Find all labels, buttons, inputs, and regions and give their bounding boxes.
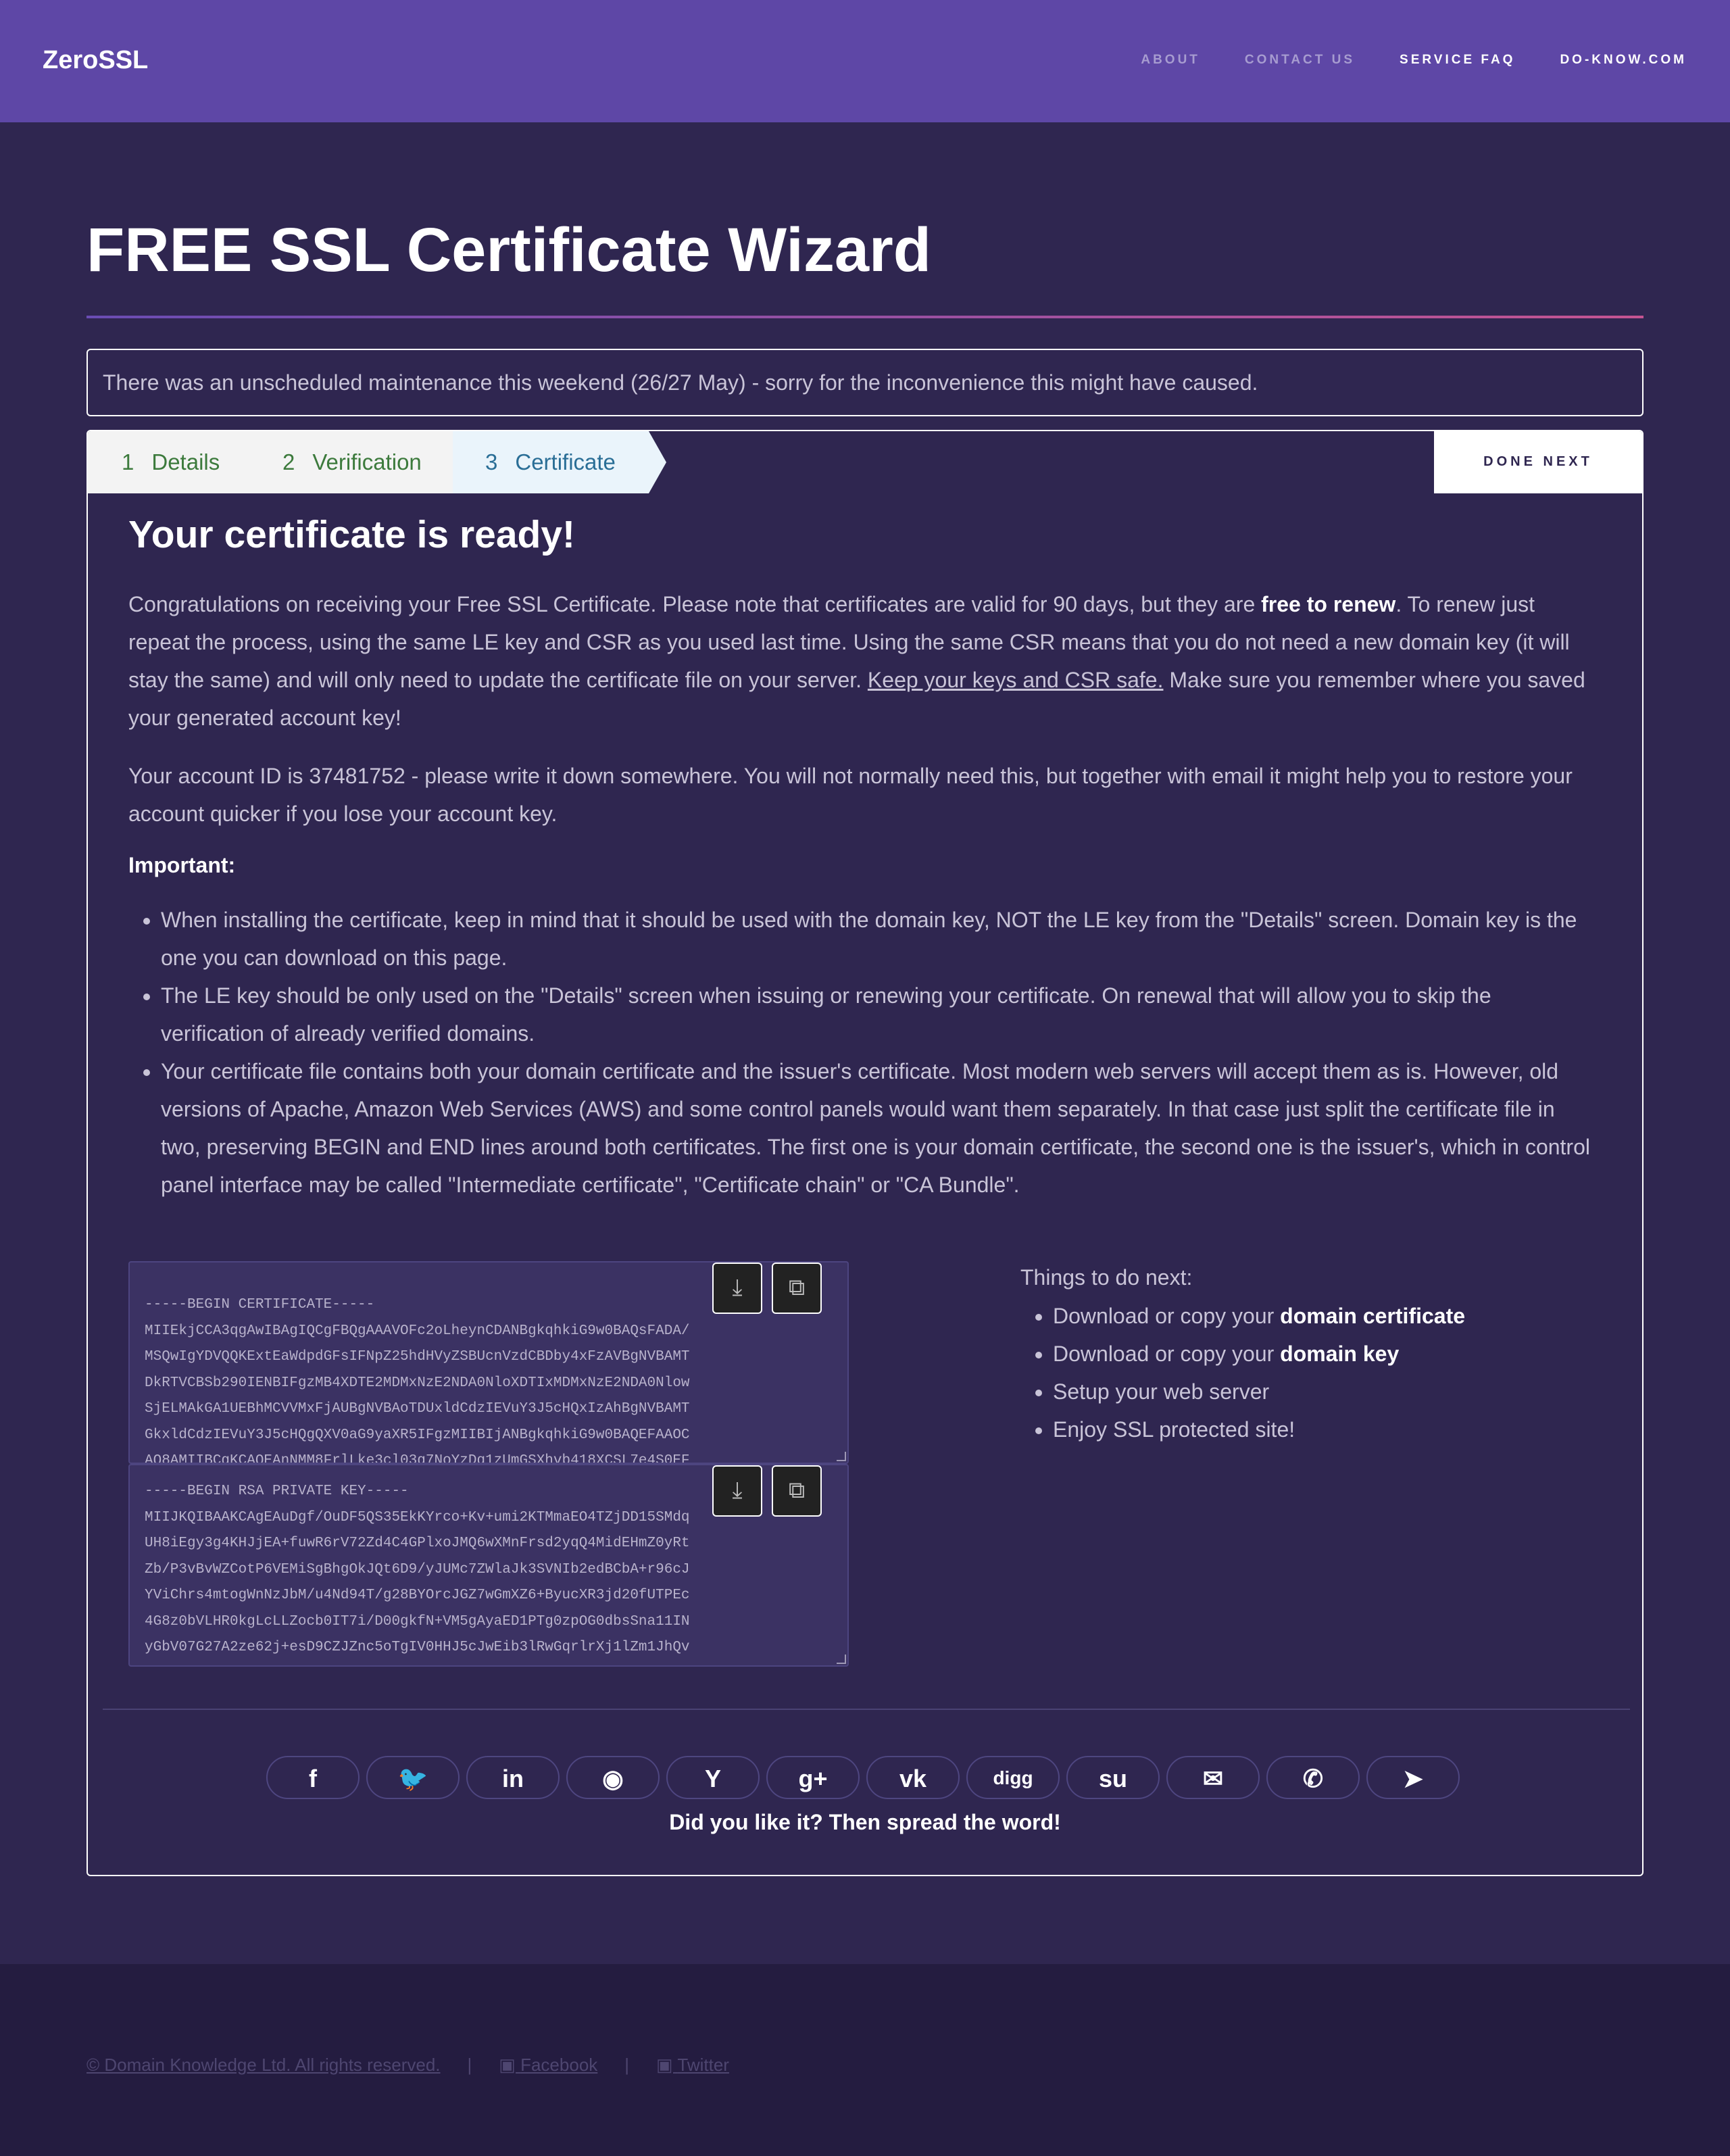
download-icon: ⤓ [732,1477,743,1503]
download-icon: ⤓ [732,1275,743,1300]
download-key-button[interactable]: ⤓ [712,1465,762,1517]
vk-icon: vk [899,1765,927,1792]
share-twitter-button[interactable]: 🐦 [366,1756,460,1799]
step-verification[interactable]: 2 Verification [250,431,453,493]
step-number: 2 [282,449,295,474]
keep-keys-safe-link[interactable]: Keep your keys and CSR safe. [868,668,1164,692]
brand-logo[interactable]: ZeroSSL [43,46,148,75]
separator: | [467,2055,472,2075]
nav-service-faq[interactable]: SERVICE FAQ [1400,53,1515,68]
wizard-panel: 1 Details 2 Verification 3 Certificate DONE… [86,430,1644,1876]
step-certificate[interactable]: 3 Certificate [453,431,649,493]
ready-heading: Your certificate is ready! [128,513,576,556]
list-item: Download or copy your domain certificate [1053,1297,1561,1335]
telegram-icon: ➤ [1402,1765,1424,1792]
list-item: When installing the certificate, keep in… [161,901,1595,977]
copy-certificate-button[interactable]: ⧉ [772,1263,822,1314]
list-item: The LE key should be only used on the "D… [161,977,1595,1052]
share-stumbleupon-button[interactable]: su [1066,1756,1160,1799]
hackernews-icon: Y [704,1765,721,1792]
list-item: Download or copy your domain key [1053,1335,1561,1373]
step-label: Verification [312,449,422,474]
share-reddit-button[interactable]: ◉ [566,1756,660,1799]
googleplus-icon: g+ [798,1765,828,1792]
step-arrow [649,431,666,493]
panel-divider [103,1709,1630,1710]
certificate-content: Your certificate is ready! Congratulatio… [128,512,1595,1204]
twitter-icon: ▣ [656,2055,678,2075]
share-email-button[interactable]: ✉ [1166,1756,1260,1799]
copyright-link[interactable]: © Domain Knowledge Ltd. All rights reser… [86,2055,441,2076]
nav-about[interactable]: ABOUT [1141,53,1200,68]
share-buttons: f 🐦 in ◉ Y g+ vk digg su ✉ ✆ ➤ [266,1756,1466,1800]
important-label: Important: [128,853,236,877]
twitter-icon: 🐦 [397,1765,428,1792]
reddit-icon: ◉ [602,1765,624,1792]
step-number: 1 [122,449,134,474]
facebook-link[interactable]: ▣ Facebook [499,2055,597,2076]
facebook-icon: ▣ [499,2055,521,2075]
digg-icon: digg [993,1767,1033,1788]
list-item: Your certificate file contains both your… [161,1052,1595,1204]
twitter-link[interactable]: ▣ Twitter [656,2055,729,2076]
title-divider [86,316,1644,318]
footer-links: © Domain Knowledge Ltd. All rights reser… [86,2055,729,2076]
important-list: When installing the certificate, keep in… [128,901,1595,1204]
share-vk-button[interactable]: vk [866,1756,960,1799]
things-to-do: Things to do next: Download or copy your… [1020,1265,1561,1448]
nav-contact-us[interactable]: CONTACT US [1245,53,1355,68]
copy-key-button[interactable]: ⧉ [772,1465,822,1517]
share-hackernews-button[interactable]: Y [666,1756,760,1799]
footer: © Domain Knowledge Ltd. All rights reser… [0,1964,1730,2156]
congrats-paragraph: Congratulations on receiving your Free S… [128,592,1585,730]
maintenance-notice: There was an unscheduled maintenance thi… [86,349,1644,416]
whatsapp-icon: ✆ [1302,1765,1324,1792]
resize-handle[interactable] [837,1452,846,1461]
share-digg-button[interactable]: digg [966,1756,1060,1799]
list-item: Enjoy SSL protected site! [1053,1411,1561,1448]
account-id-paragraph: Your account ID is 37481752 - please wri… [128,764,1573,826]
top-navbar: ZeroSSL ABOUT CONTACT US SERVICE FAQ DO-… [0,0,1730,122]
resize-handle[interactable] [837,1655,846,1664]
download-certificate-button[interactable]: ⤓ [712,1263,762,1314]
share-facebook-button[interactable]: f [266,1756,360,1799]
facebook-icon: f [309,1765,317,1792]
share-whatsapp-button[interactable]: ✆ [1266,1756,1360,1799]
wizard-steps: 1 Details 2 Verification 3 Certificate DONE… [88,431,1642,493]
list-item: Setup your web server [1053,1373,1561,1411]
page-title: FREE SSL Certificate Wizard [86,216,931,285]
todo-list: Download or copy your domain certificate… [1020,1297,1561,1448]
linkedin-icon: in [502,1765,524,1792]
nav-do-know[interactable]: DO-KNOW.COM [1560,53,1687,68]
free-to-renew: free to renew [1261,592,1396,616]
done-next-button[interactable]: DONE NEXT [1434,431,1642,493]
step-label: Certificate [515,449,616,474]
share-telegram-button[interactable]: ➤ [1366,1756,1460,1799]
step-details[interactable]: 1 Details [88,431,250,493]
stumbleupon-icon: su [1098,1765,1127,1792]
separator: | [624,2055,630,2075]
step-label: Details [151,449,220,474]
todo-heading: Things to do next: [1020,1265,1193,1290]
share-linkedin-button[interactable]: in [466,1756,560,1799]
email-icon: ✉ [1202,1765,1224,1792]
step-number: 3 [485,449,498,474]
copy-icon: ⧉ [788,1477,806,1503]
copy-icon: ⧉ [788,1275,806,1300]
main-nav: ABOUT CONTACT US SERVICE FAQ DO-KNOW.COM [1096,53,1687,68]
share-tagline: Did you like it? Then spread the word! [669,1810,1061,1834]
share-googleplus-button[interactable]: g+ [766,1756,860,1799]
